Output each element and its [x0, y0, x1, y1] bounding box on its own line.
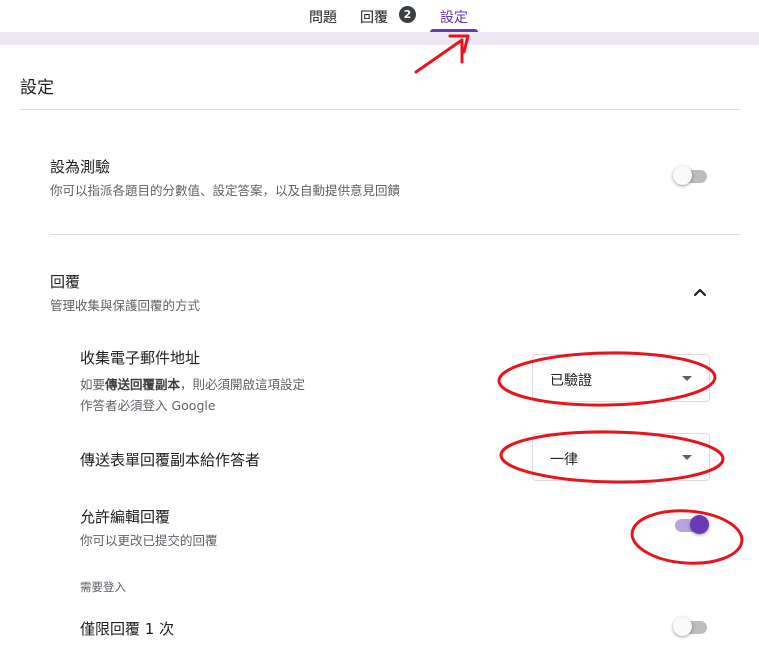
tab-questions[interactable]: 問題 — [309, 7, 337, 27]
divider — [20, 109, 740, 110]
desc-bold: 傳送回覆副本 — [105, 377, 181, 392]
chevron-up-icon[interactable] — [690, 282, 710, 302]
allow-edit-description: 你可以更改已提交的回覆 — [80, 533, 218, 548]
allow-edit-toggle[interactable] — [673, 515, 709, 535]
desc-suffix: ，則必須開啟這項設定 — [180, 377, 306, 392]
dropdown-arrow-icon — [682, 455, 692, 460]
toggle-thumb — [690, 515, 709, 534]
collect-email-title: 收集電子郵件地址 — [80, 349, 201, 367]
page-title: 設定 — [20, 78, 54, 98]
limit-one-response-toggle[interactable] — [673, 617, 709, 637]
requires-login-label: 需要登入 — [80, 580, 126, 594]
toggle-thumb — [673, 166, 692, 185]
limit-one-response-title: 僅限回覆 1 次 — [80, 620, 175, 638]
desc-prefix: 如要 — [80, 377, 106, 392]
toggle-thumb — [673, 617, 692, 636]
quiz-toggle[interactable] — [673, 166, 709, 186]
header-band — [0, 32, 759, 45]
collect-email-note: 作答者必須登入 Google — [80, 398, 216, 413]
send-copy-dropdown[interactable]: 一律 — [532, 433, 710, 481]
tab-settings[interactable]: 設定 — [440, 7, 468, 27]
responses-section-description: 管理收集與保護回覆的方式 — [50, 298, 201, 313]
tab-responses[interactable]: 回覆 — [360, 7, 388, 27]
top-tab-bar: 問題 回覆 2 設定 — [0, 0, 759, 33]
responses-count-badge: 2 — [399, 6, 416, 23]
dropdown-arrow-icon — [682, 376, 692, 381]
divider — [50, 234, 740, 235]
dropdown-value: 一律 — [550, 452, 578, 468]
allow-edit-title: 允許編輯回覆 — [80, 508, 171, 526]
dropdown-value: 已驗證 — [550, 373, 592, 389]
quiz-setting-title: 設為測驗 — [50, 158, 111, 176]
collect-email-dropdown[interactable]: 已驗證 — [532, 354, 710, 402]
send-copy-title: 傳送表單回覆副本給作答者 — [80, 451, 261, 469]
collect-email-description: 如要傳送回覆副本，則必須開啟這項設定 — [80, 374, 305, 393]
quiz-setting-description: 你可以指派各題目的分數值、設定答案，以及自動提供意見回饋 — [50, 183, 401, 198]
responses-section-title: 回覆 — [50, 273, 81, 291]
